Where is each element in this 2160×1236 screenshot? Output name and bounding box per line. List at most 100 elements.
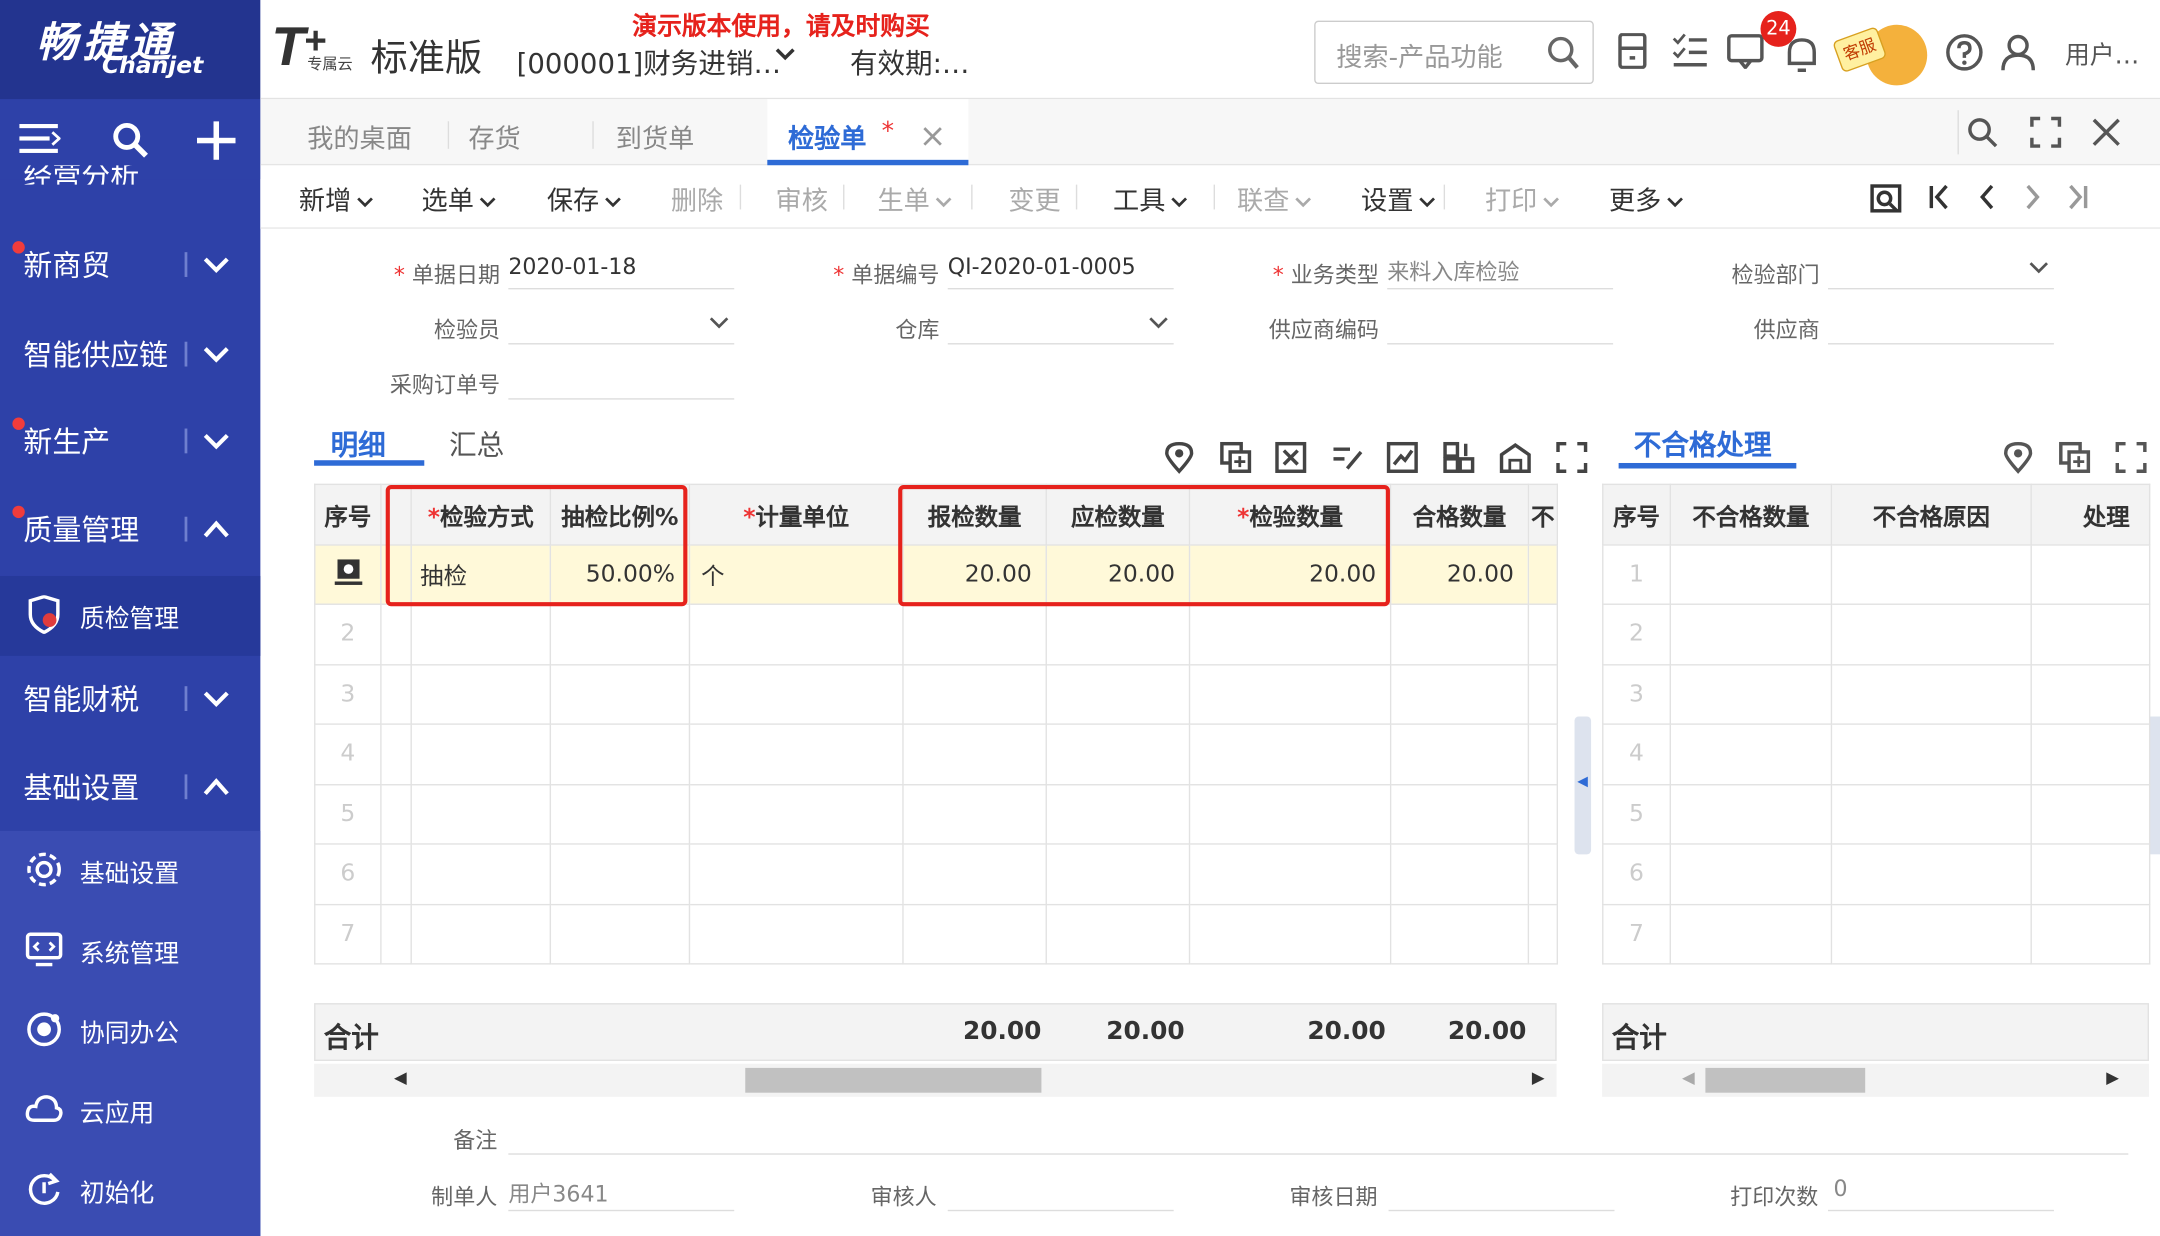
scroll-right-icon[interactable]: ▶ — [1532, 1068, 1545, 1087]
toolbar-btn-9[interactable]: 设置 — [1361, 181, 1437, 218]
search-icon[interactable] — [1547, 36, 1580, 72]
location-icon[interactable] — [2003, 441, 2033, 474]
cell[interactable] — [549, 603, 691, 665]
cell[interactable] — [688, 843, 904, 905]
app-logo[interactable]: 畅捷通 Chanjet — [0, 0, 261, 100]
add-row-icon[interactable] — [1219, 441, 1252, 474]
scroll-right-icon[interactable]: ▶ — [2106, 1068, 2119, 1087]
cell[interactable] — [1830, 723, 2032, 785]
table-row[interactable]: 4 — [314, 723, 1559, 785]
cell[interactable] — [1830, 603, 2032, 665]
inspector-select[interactable] — [508, 303, 735, 345]
tab-arrival[interactable]: 到货单 — [616, 119, 695, 156]
table-row[interactable]: 6 — [1602, 843, 2151, 905]
cell[interactable] — [1389, 843, 1530, 905]
tab-detail[interactable]: 明细 — [331, 423, 386, 463]
sidebar-subitem-2[interactable]: 协同办公 — [0, 991, 260, 1071]
cell[interactable] — [2030, 903, 2151, 965]
cell-unit[interactable]: 个 — [688, 543, 904, 605]
cell[interactable] — [1389, 903, 1530, 965]
tab-desktop[interactable]: 我的桌面 — [307, 119, 412, 156]
close-tab-icon[interactable] — [922, 125, 944, 147]
panel-splitter[interactable]: ◀ — [1574, 716, 1592, 855]
chevron-up-icon[interactable] — [202, 519, 230, 538]
cell[interactable] — [1188, 723, 1392, 785]
cell[interactable] — [1188, 843, 1392, 905]
cell[interactable] — [410, 603, 552, 665]
user-icon[interactable] — [2000, 33, 2036, 72]
sidebar-subitem-quality-inspection[interactable]: 质检管理 — [0, 575, 261, 656]
cell[interactable] — [1830, 903, 2032, 965]
cell[interactable] — [410, 843, 552, 905]
cell[interactable] — [1527, 603, 1559, 665]
cell[interactable] — [1045, 603, 1191, 665]
search-icon[interactable] — [1966, 116, 1999, 149]
col-ng-reason[interactable]: 不合格原因 — [1830, 483, 2032, 545]
chevron-down-icon[interactable] — [202, 431, 230, 450]
cell[interactable] — [380, 903, 412, 965]
next-record-icon[interactable] — [2015, 181, 2048, 214]
cell[interactable] — [1527, 783, 1559, 845]
toolbar-btn-3[interactable]: 删除 — [671, 181, 723, 218]
cell[interactable] — [902, 843, 1047, 905]
scroll-left-icon[interactable]: ◀ — [1682, 1068, 1695, 1087]
cell[interactable] — [1830, 783, 2032, 845]
cell[interactable] — [1389, 783, 1530, 845]
tab-summary[interactable]: 汇总 — [449, 423, 504, 463]
cell[interactable] — [902, 663, 1047, 725]
cell-pass-qty[interactable]: 20.00 — [1389, 543, 1530, 605]
cell[interactable] — [1389, 663, 1530, 725]
po-field[interactable] — [508, 358, 735, 400]
table-row[interactable]: 5 — [1602, 783, 2151, 845]
table-row[interactable]: 2 — [1602, 603, 2151, 665]
doc-no-field[interactable]: QI-2020-01-0005 — [947, 248, 1174, 290]
supplier-field[interactable] — [1828, 303, 2054, 345]
add-row-icon[interactable] — [2058, 441, 2091, 474]
cell[interactable] — [380, 843, 412, 905]
toolbar-btn-10[interactable]: 打印 — [1485, 181, 1561, 218]
expand-icon[interactable] — [1555, 441, 1588, 474]
sidebar-item-partial[interactable]: 经营分析 — [0, 165, 260, 184]
warehouse-icon[interactable] — [1499, 441, 1532, 474]
scroll-thumb[interactable] — [1705, 1067, 1866, 1093]
cell[interactable] — [549, 723, 691, 785]
table-row[interactable]: 3 — [314, 663, 1559, 725]
sidebar-subitem-1[interactable]: 系统管理 — [0, 911, 260, 991]
page-view-icon[interactable] — [1869, 181, 1902, 214]
user-name[interactable]: 用户… — [2065, 36, 2139, 72]
first-record-icon[interactable] — [1924, 181, 1957, 214]
biz-type-field[interactable]: 来料入库检验 — [1387, 248, 1614, 290]
cell[interactable] — [688, 603, 904, 665]
cell[interactable] — [1389, 723, 1530, 785]
cell[interactable] — [1830, 663, 2032, 725]
table-row[interactable]: 1 — [1602, 543, 2151, 605]
cell[interactable] — [1527, 723, 1559, 785]
cell[interactable] — [2030, 603, 2151, 665]
sidebar-item-0[interactable]: 新商贸 — [0, 225, 260, 305]
sidebar-item-4[interactable]: 智能财税 — [0, 659, 260, 739]
cell[interactable] — [1045, 783, 1191, 845]
cell[interactable] — [549, 903, 691, 965]
edit-icon[interactable] — [1331, 441, 1364, 474]
cell[interactable] — [688, 903, 904, 965]
sidebar-subitem-3[interactable]: 云应用 — [0, 1071, 260, 1151]
cell[interactable] — [1669, 543, 1833, 605]
dept-select[interactable] — [1828, 248, 2054, 290]
cell[interactable] — [410, 903, 552, 965]
cell[interactable] — [1045, 903, 1191, 965]
toolbar-btn-0[interactable]: 新增 — [299, 181, 375, 218]
tab-inspection-active[interactable]: 检验单 * — [767, 99, 969, 166]
search-input[interactable]: 搜索-产品功能 — [1336, 37, 1502, 74]
cell[interactable] — [1669, 903, 1833, 965]
fullscreen-icon[interactable] — [2029, 116, 2062, 149]
tab-inventory[interactable]: 存货 — [468, 119, 520, 156]
toolbar-btn-2[interactable]: 保存 — [547, 181, 623, 218]
col-unit[interactable]: *计量单位 — [688, 483, 904, 545]
menu-collapse-icon[interactable] — [19, 121, 61, 157]
table-row[interactable]: 3 — [1602, 663, 2151, 725]
cell[interactable] — [549, 663, 691, 725]
table-row[interactable]: 6 — [314, 843, 1559, 905]
warehouse-select[interactable] — [947, 303, 1174, 345]
cell[interactable] — [1389, 603, 1530, 665]
cell[interactable] — [410, 663, 552, 725]
